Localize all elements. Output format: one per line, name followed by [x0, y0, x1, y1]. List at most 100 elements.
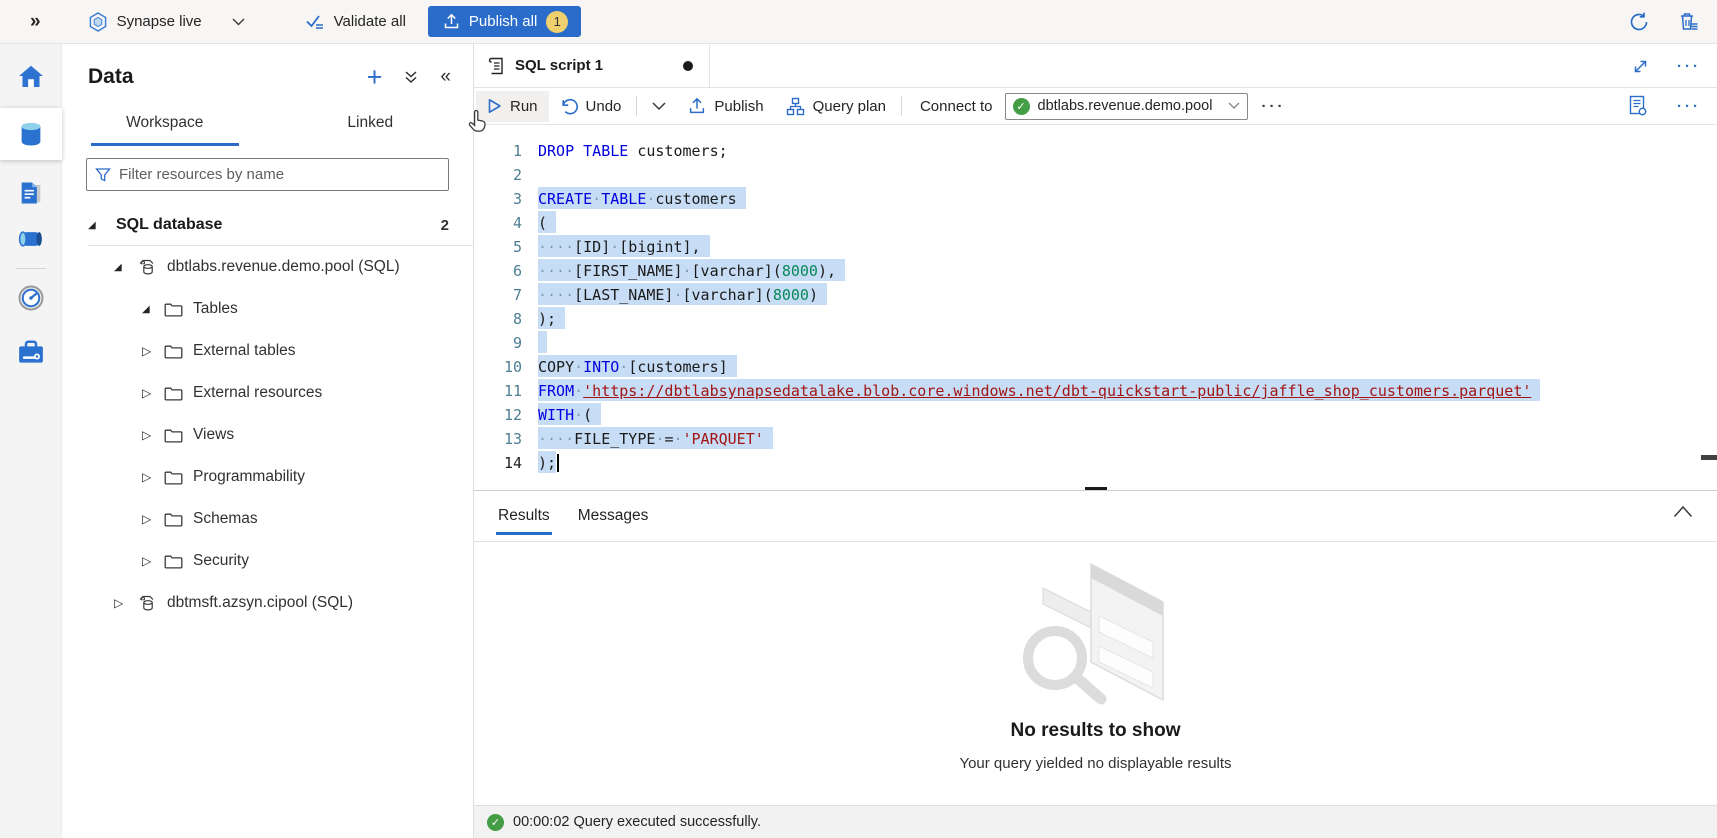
- code-line-13[interactable]: 13····FILE_TYPE·=·'PARQUET': [474, 427, 1717, 451]
- line-content: DROP TABLE customers;: [538, 139, 728, 163]
- empty-results-title: No results to show: [474, 720, 1717, 742]
- tree-root-sql-database[interactable]: ◢ SQL database 2: [62, 205, 473, 245]
- publish-all-button[interactable]: Publish all 1: [428, 6, 581, 37]
- sql-script-icon: [486, 55, 506, 77]
- tab-workspace[interactable]: Workspace: [62, 100, 268, 146]
- validate-check-icon: [305, 12, 326, 32]
- chevron-up-icon[interactable]: [1673, 505, 1693, 518]
- line-number: 3: [474, 187, 522, 211]
- horizontal-scrollbar-thumb[interactable]: [1701, 455, 1717, 460]
- code-line-2[interactable]: 2: [474, 163, 1717, 187]
- publish-button[interactable]: Publish: [677, 91, 774, 122]
- tree-item-tables[interactable]: ◢Tables: [62, 288, 473, 330]
- tree-item-dbtmsft-azsyn-cipool-sql[interactable]: ▷dbtmsft.azsyn.cipool (SQL): [62, 582, 473, 624]
- filter-input[interactable]: [119, 166, 440, 183]
- tab-linked[interactable]: Linked: [268, 100, 474, 146]
- line-number: 6: [474, 259, 522, 283]
- collapse-triangle-icon[interactable]: ▷: [142, 554, 156, 568]
- undo-button[interactable]: Undo: [549, 91, 633, 122]
- pool-online-check-icon: ✓: [1013, 98, 1030, 115]
- tree-item-label: Security: [193, 552, 249, 570]
- collapse-triangle-icon[interactable]: ▷: [142, 344, 156, 358]
- line-number: 9: [474, 331, 522, 355]
- tab-results[interactable]: Results: [484, 491, 564, 541]
- resource-tree: ◢ SQL database 2 ◢ dbtlabs.revenue.demo.p…: [62, 205, 473, 624]
- nav-manage[interactable]: [0, 329, 62, 375]
- nav-home[interactable]: [0, 54, 62, 100]
- collapse-triangle-icon[interactable]: ▷: [142, 428, 156, 442]
- develop-document-icon: [17, 179, 45, 207]
- properties-icon[interactable]: [1627, 94, 1649, 118]
- line-number: 2: [474, 163, 522, 187]
- results-panel: Results Messages No results to show Your…: [474, 490, 1717, 838]
- code-line-11[interactable]: 11FROM·'https://dbtlabsynapsedatalake.bl…: [474, 379, 1717, 403]
- run-options-chevron[interactable]: [641, 91, 677, 122]
- split-drag-handle[interactable]: [1085, 487, 1107, 490]
- expand-triangle-icon[interactable]: ◢: [88, 220, 102, 231]
- double-chevron-collapse-icon[interactable]: [404, 70, 418, 84]
- code-line-3[interactable]: 3CREATE·TABLE·customers: [474, 187, 1717, 211]
- code-line-4[interactable]: 4(: [474, 211, 1717, 235]
- code-line-1[interactable]: 1DROP TABLE customers;: [474, 139, 1717, 163]
- undo-icon: [560, 97, 578, 115]
- tab-more-icon[interactable]: ···: [1677, 58, 1701, 75]
- code-line-9[interactable]: 9: [474, 331, 1717, 355]
- connect-pool-dropdown[interactable]: ✓ dbtlabs.revenue.demo.pool: [1005, 93, 1248, 120]
- code-line-8[interactable]: 8);: [474, 307, 1717, 331]
- left-nav-rail: [0, 44, 62, 838]
- code-line-7[interactable]: 7····[LAST_NAME]·[varchar](8000): [474, 283, 1717, 307]
- nav-integrate[interactable]: [0, 216, 62, 262]
- mode-selector[interactable]: Synapse live: [87, 11, 245, 33]
- double-chevron-right-icon[interactable]: »: [30, 11, 41, 33]
- line-number: 12: [474, 403, 522, 427]
- selection-highlight: ····FILE_TYPE·=·'PARQUET': [538, 427, 773, 449]
- tree-item-external-tables[interactable]: ▷External tables: [62, 330, 473, 372]
- query-plan-button[interactable]: Query plan: [775, 91, 897, 122]
- connect-more-icon[interactable]: ···: [1262, 98, 1286, 115]
- nav-monitor[interactable]: [0, 275, 62, 321]
- folder-icon: [164, 386, 183, 401]
- tree-item-schemas[interactable]: ▷Schemas: [62, 498, 473, 540]
- collapse-triangle-icon[interactable]: ▷: [142, 386, 156, 400]
- collapse-triangle-icon[interactable]: ▷: [142, 512, 156, 526]
- collapse-panel-icon[interactable]: «: [440, 66, 451, 88]
- tree-item-views[interactable]: ▷Views: [62, 414, 473, 456]
- success-check-icon: ✓: [487, 814, 504, 831]
- database-count: 2: [441, 217, 449, 234]
- tree-item-programmability[interactable]: ▷Programmability: [62, 456, 473, 498]
- tree-item-security[interactable]: ▷ Security: [62, 540, 473, 582]
- line-content: ····[ID]·[bigint],: [538, 235, 710, 259]
- nav-develop[interactable]: [0, 170, 62, 216]
- collapse-triangle-icon[interactable]: ▷: [142, 470, 156, 484]
- sql-code-editor[interactable]: 1DROP TABLE customers;2 3CREATE·TABLE·cu…: [474, 125, 1717, 490]
- line-number: 4: [474, 211, 522, 235]
- folder-icon: [164, 344, 183, 359]
- refresh-icon[interactable]: [1628, 11, 1650, 33]
- line-content: WITH·(: [538, 403, 601, 427]
- code-line-12[interactable]: 12 WITH·(: [474, 403, 1717, 427]
- tree-item-label: dbtlabs.revenue.demo.pool (SQL): [167, 258, 400, 276]
- mode-label: Synapse live: [117, 13, 202, 30]
- tab-sql-script-1[interactable]: SQL script 1: [474, 44, 710, 87]
- code-line-6[interactable]: 6····[FIRST_NAME]·[varchar](8000),: [474, 259, 1717, 283]
- code-line-14[interactable]: 14);: [474, 451, 1717, 475]
- tree-item-dbtlabs-revenue-demo-pool-sql[interactable]: ◢ dbtlabs.revenue.demo.pool (SQL): [62, 246, 473, 288]
- query-status-bar: ✓ 00:00:02 Query executed successfully.: [474, 805, 1717, 838]
- collapse-triangle-icon[interactable]: ▷: [114, 596, 128, 610]
- folder-icon: [164, 470, 183, 485]
- toolbar-more-icon[interactable]: ···: [1677, 98, 1701, 115]
- code-line-10[interactable]: 10COPY·INTO·[customers]: [474, 355, 1717, 379]
- expand-editor-icon[interactable]: [1632, 58, 1649, 75]
- expand-triangle-icon[interactable]: ◢: [142, 304, 156, 315]
- run-button[interactable]: Run: [476, 91, 549, 122]
- tab-messages[interactable]: Messages: [564, 491, 663, 541]
- tree-item-external-resources[interactable]: ▷External resources: [62, 372, 473, 414]
- results-empty-state: No results to show Your query yielded no…: [474, 542, 1717, 805]
- discard-trash-icon[interactable]: [1678, 11, 1699, 33]
- unsaved-indicator-dot: [683, 61, 693, 71]
- nav-data[interactable]: [0, 108, 62, 160]
- code-line-5[interactable]: 5····[ID]·[bigint],: [474, 235, 1717, 259]
- expand-triangle-icon[interactable]: ◢: [114, 262, 128, 273]
- add-plus-icon[interactable]: +: [367, 67, 383, 87]
- validate-all-button[interactable]: Validate all: [305, 12, 406, 32]
